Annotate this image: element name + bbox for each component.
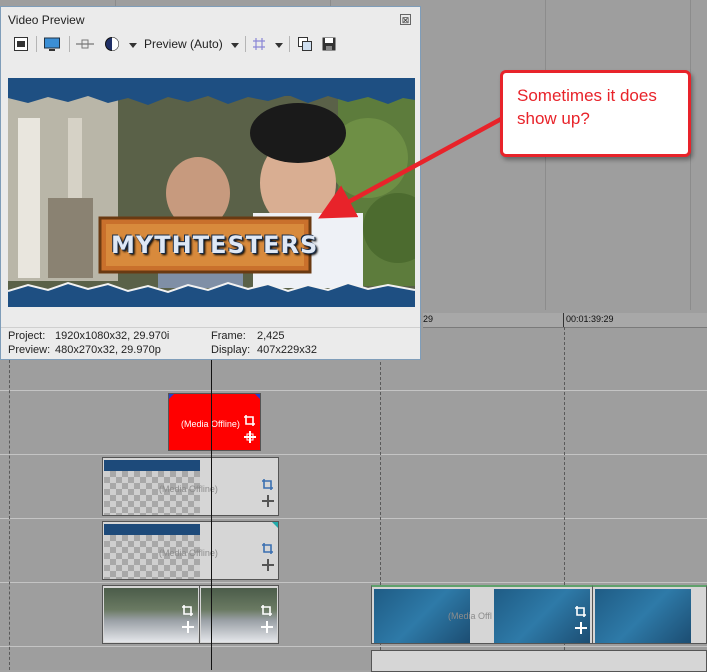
annotation-callout: Sometimes it does show up? bbox=[500, 70, 691, 157]
callout-text: Sometimes it does show up? bbox=[517, 86, 657, 128]
